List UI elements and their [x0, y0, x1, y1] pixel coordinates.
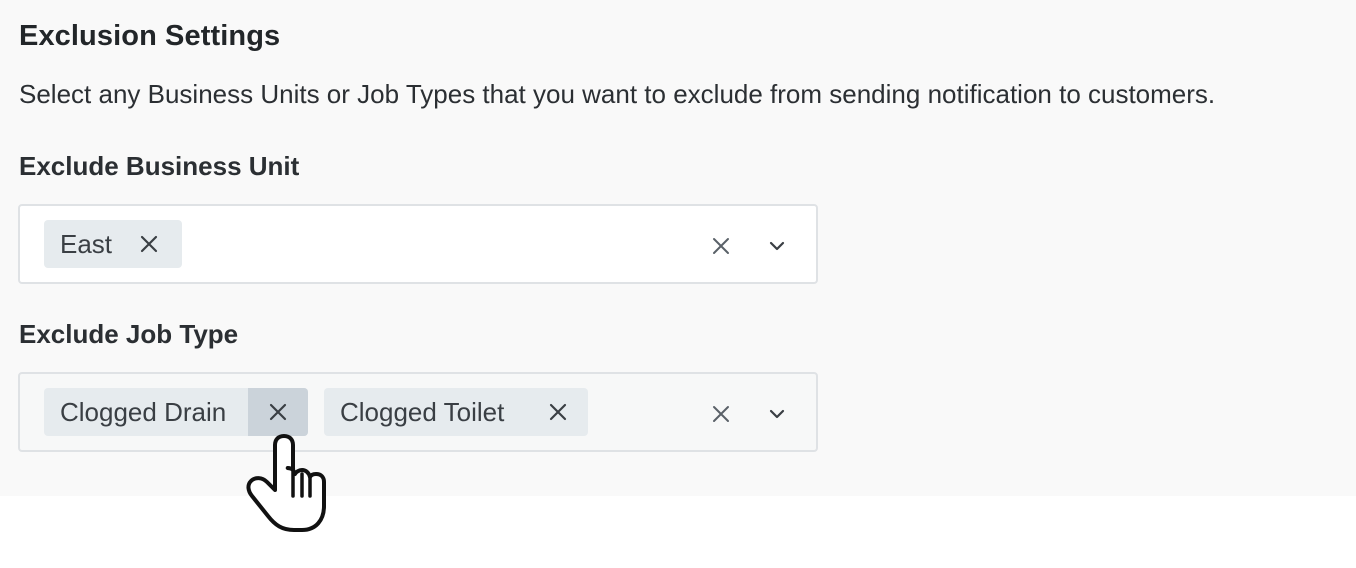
chip-remove-button[interactable] [528, 388, 588, 436]
job-type-chip-clogged-toilet: Clogged Toilet [324, 388, 588, 436]
business-unit-label: Exclude Business Unit [19, 151, 300, 181]
dropdown-toggle-button[interactable] [764, 401, 790, 427]
close-icon [549, 403, 567, 421]
job-type-label: Exclude Job Type [19, 319, 239, 349]
chip-label: Clogged Drain [60, 396, 227, 427]
business-unit-chip-east: East [44, 220, 182, 268]
close-icon [269, 403, 287, 421]
job-type-multiselect[interactable]: Clogged Drain Clogged Toilet [18, 372, 818, 452]
business-unit-multiselect[interactable]: East [18, 204, 818, 284]
section-title: Exclusion Settings [19, 20, 281, 52]
chevron-down-icon [769, 241, 785, 251]
chevron-down-icon [769, 409, 785, 419]
hand-pointer-icon [246, 434, 326, 532]
chip-label: East [60, 228, 113, 259]
clear-all-button[interactable] [708, 401, 734, 427]
chip-remove-button[interactable] [248, 388, 308, 436]
job-type-chip-clogged-drain: Clogged Drain [44, 388, 308, 436]
close-icon [713, 406, 729, 422]
dropdown-toggle-button[interactable] [764, 233, 790, 259]
chip-remove-button[interactable] [120, 220, 178, 268]
section-description: Select any Business Units or Job Types t… [19, 79, 1216, 109]
close-icon [140, 235, 158, 253]
close-icon [713, 238, 729, 254]
chip-label: Clogged Toilet [340, 396, 505, 427]
exclusion-settings-panel: Exclusion Settings Select any Business U… [0, 0, 1356, 496]
clear-all-button[interactable] [708, 233, 734, 259]
